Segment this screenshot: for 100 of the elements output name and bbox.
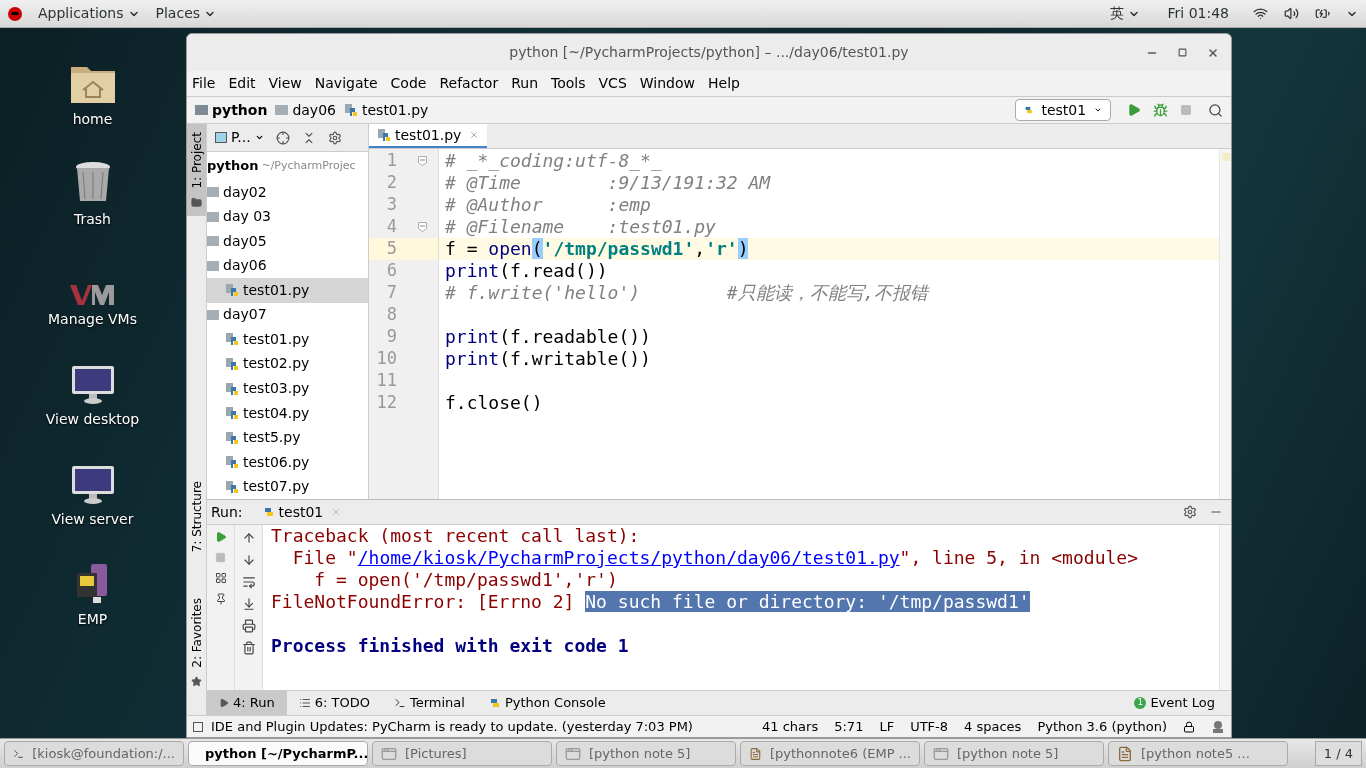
taskbar-item[interactable]: [pythonnote6 (EMP ...	[740, 741, 920, 766]
side-tool-tab[interactable]: 7: Structure	[187, 472, 206, 561]
clock[interactable]: Fri 01:48	[1167, 3, 1229, 24]
taskbar-item[interactable]: python [~/PycharmP...	[188, 741, 368, 766]
file-tree-item[interactable]: test01.py	[207, 327, 368, 352]
menu-item[interactable]: File	[192, 73, 216, 94]
window-title: python [~/PycharmProjects/python] – .../day06/test01.py	[509, 43, 909, 62]
top-bar-menu[interactable]: Applications	[38, 3, 140, 24]
close-icon[interactable]	[1207, 46, 1219, 59]
menu-item[interactable]: Navigate	[314, 73, 378, 94]
status-item[interactable]: Python 3.6 (python)	[1037, 716, 1167, 737]
status-item[interactable]: 4 spaces	[964, 716, 1022, 737]
fold-marker-icon[interactable]	[418, 222, 427, 232]
run-icon[interactable]	[1127, 103, 1141, 117]
folder-icon	[207, 186, 219, 199]
menu-item[interactable]: Refactor	[439, 73, 499, 94]
menu-item[interactable]: Window	[639, 73, 695, 94]
file-tree-item[interactable]: test02.py	[207, 351, 368, 377]
status-item[interactable]: 5:71	[834, 716, 864, 737]
window-icon	[381, 745, 397, 762]
menu-item[interactable]: Help	[708, 73, 740, 94]
line-number: 7	[385, 281, 397, 305]
scroll-to-end-icon[interactable]	[241, 597, 256, 611]
inspector-icon[interactable]	[1211, 719, 1225, 734]
breadcrumb-item[interactable]: test01.py	[362, 99, 429, 121]
desktop-icon-label[interactable]: View server	[51, 509, 134, 530]
editor-tab[interactable]: test01.py	[369, 124, 488, 148]
tool-window-tab[interactable]: Python Console	[476, 691, 618, 715]
line-number: 3	[385, 193, 397, 217]
menu-item[interactable]: Code	[390, 73, 427, 94]
menu-item[interactable]: Run	[511, 73, 539, 94]
rerun-icon[interactable]	[214, 531, 227, 543]
folder-tree-item[interactable]: day 03	[207, 204, 368, 230]
side-tool-tab[interactable]: 2: Favorites	[187, 590, 206, 695]
top-bar-menu[interactable]: Places	[155, 3, 217, 24]
python-file-icon	[225, 406, 239, 421]
folder-tree-item[interactable]: day02	[207, 180, 368, 205]
print-icon[interactable]	[241, 619, 256, 633]
soft-wrap-icon[interactable]	[241, 575, 256, 589]
taskbar-item[interactable]: [python note5 ...	[1108, 741, 1288, 766]
folder-icon	[207, 308, 219, 321]
settings-icon[interactable]	[1183, 505, 1197, 519]
settings-icon[interactable]	[327, 130, 342, 145]
file-tree-item[interactable]: test07.py	[207, 474, 368, 499]
search-icon[interactable]	[1208, 102, 1223, 118]
file-tree-item[interactable]: test01.py	[207, 278, 368, 303]
locate-icon[interactable]	[275, 130, 290, 145]
taskbar-item[interactable]: [kiosk@foundation:/...	[4, 741, 184, 766]
folder-tree-item[interactable]: day05	[207, 229, 368, 254]
side-tool-tab[interactable]: 1: Project	[187, 124, 206, 216]
menu-item[interactable]: Tools	[551, 73, 586, 94]
up-arrow-icon[interactable]	[241, 531, 256, 545]
workspace-indicator[interactable]: 1 / 4	[1314, 740, 1362, 767]
python-icon	[488, 697, 501, 709]
menu-item[interactable]: View	[268, 73, 302, 94]
folder-tree-item[interactable]: day06	[207, 253, 368, 279]
code-line: # @Time :9/13/191:32 AM	[445, 172, 771, 193]
python-icon	[1024, 104, 1034, 116]
taskbar-item[interactable]: [python note 5]	[924, 741, 1104, 766]
tool-window-tab[interactable]: 6: TODO	[286, 691, 382, 715]
run-tab[interactable]: test01	[262, 501, 342, 523]
desktop-icon-label[interactable]: EMP	[77, 609, 108, 630]
tool-window-tab[interactable]: Terminal	[381, 691, 477, 715]
wifi-icon[interactable]	[1253, 6, 1268, 21]
file-tree-item[interactable]: test03.py	[207, 376, 368, 401]
layout-icon[interactable]	[214, 572, 227, 584]
taskbar-item[interactable]: [python note 5]	[556, 741, 736, 766]
status-item[interactable]: 41 chars	[762, 716, 819, 737]
volume-icon[interactable]	[1284, 6, 1299, 21]
file-tree-item[interactable]: test06.py	[207, 449, 368, 475]
file-tree-item[interactable]: test5.py	[207, 425, 368, 450]
folder-tree-item[interactable]: day07	[207, 302, 368, 328]
event-log-tab[interactable]: Event Log	[1146, 693, 1219, 713]
desktop-icon-label[interactable]: View desktop	[45, 409, 140, 430]
debug-icon[interactable]	[1153, 102, 1168, 118]
status-message[interactable]: IDE and Plugin Updates: PyCharm is ready to update. (yesterday 7:03 PM)	[211, 716, 693, 737]
desktop-icon-label[interactable]: home	[72, 109, 113, 130]
breadcrumb-item[interactable]: day06	[292, 99, 336, 121]
fold-marker-icon[interactable]	[418, 156, 427, 166]
lock-icon[interactable]	[1183, 720, 1195, 733]
battery-icon[interactable]	[1315, 6, 1330, 21]
file-tree-item[interactable]: test04.py	[207, 400, 368, 426]
maximize-icon[interactable]	[1178, 48, 1187, 57]
run-config-dropdown[interactable]: test01	[1015, 99, 1111, 121]
pin-icon[interactable]	[214, 593, 227, 605]
menu-item[interactable]: VCS	[598, 73, 627, 94]
line-number: 5	[385, 237, 397, 261]
breadcrumb-item[interactable]: python	[212, 99, 268, 121]
input-method-menu[interactable]: 英	[1109, 3, 1140, 24]
desktop-icon-label[interactable]: Trash	[74, 209, 111, 230]
trash-icon[interactable]	[241, 641, 256, 655]
menu-item[interactable]: Edit	[228, 73, 256, 94]
taskbar-item[interactable]: [Pictures]	[372, 741, 552, 766]
status-item[interactable]: LF	[879, 716, 895, 737]
status-item[interactable]: UTF-8	[910, 716, 949, 737]
down-arrow-icon[interactable]	[241, 553, 256, 567]
status-toggle-icon[interactable]	[193, 721, 203, 732]
tool-window-tab[interactable]: 4: Run	[207, 691, 287, 715]
desktop-icon-label[interactable]: Manage VMs	[48, 309, 137, 330]
project-root[interactable]: python	[207, 156, 259, 176]
